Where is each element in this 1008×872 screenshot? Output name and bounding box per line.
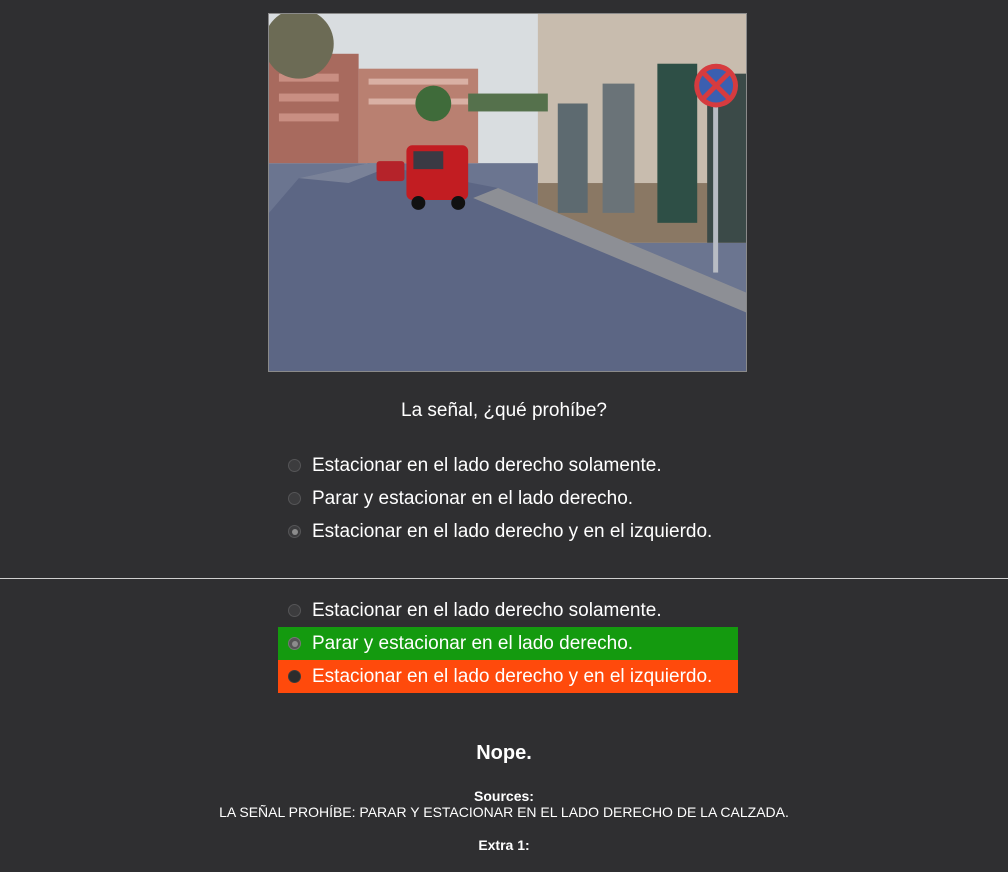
result-option-correct: Parar y estacionar en el lado derecho. <box>278 627 738 660</box>
radio-button <box>288 604 301 617</box>
question-photo <box>268 13 747 372</box>
section-divider <box>0 578 1008 579</box>
option-2[interactable]: Parar y estacionar en el lado derecho. <box>278 482 738 515</box>
sources-text: LA SEÑAL PROHÍBE: PARAR Y ESTACIONAR EN … <box>219 804 789 820</box>
radio-button[interactable] <box>288 492 301 505</box>
option-label: Estacionar en el lado derecho solamente. <box>312 454 662 476</box>
result-option-wrong: Estacionar en el lado derecho y en el iz… <box>278 660 738 693</box>
option-1[interactable]: Estacionar en el lado derecho solamente. <box>278 449 738 482</box>
radio-button[interactable] <box>288 459 301 472</box>
result-option-1: Estacionar en el lado derecho solamente. <box>278 594 738 627</box>
radio-button <box>288 670 301 683</box>
option-label: Estacionar en el lado derecho solamente. <box>312 599 662 621</box>
answer-options: Estacionar en el lado derecho solamente.… <box>278 449 738 548</box>
radio-button <box>288 637 301 650</box>
option-3[interactable]: Estacionar en el lado derecho y en el iz… <box>278 515 738 548</box>
result-options: Estacionar en el lado derecho solamente.… <box>278 594 738 693</box>
question-text: La señal, ¿qué prohíbe? <box>401 400 607 421</box>
sources-label: Sources: <box>474 788 534 804</box>
verdict-text: Nope. <box>476 742 532 764</box>
radio-button-selected[interactable] <box>288 525 301 538</box>
quiz-page: La señal, ¿qué prohíbe? Estacionar en el… <box>0 0 1008 872</box>
option-label: Estacionar en el lado derecho y en el iz… <box>312 665 713 687</box>
option-label: Estacionar en el lado derecho y en el iz… <box>312 520 713 542</box>
option-label: Parar y estacionar en el lado derecho. <box>312 487 634 509</box>
option-label: Parar y estacionar en el lado derecho. <box>312 632 634 654</box>
street-photo-image <box>269 14 746 371</box>
extra-label: Extra 1: <box>478 837 530 853</box>
